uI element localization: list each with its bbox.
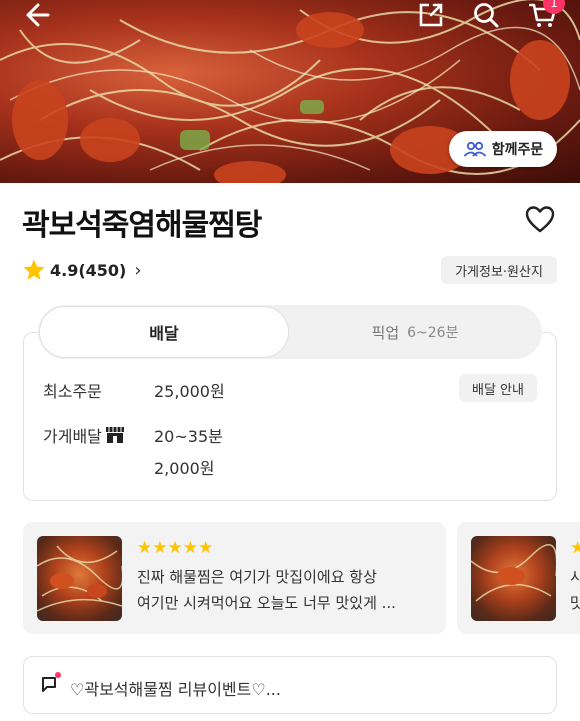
- review-line: 진짜 해물찜은 여기가 맛집이에요 항상: [137, 568, 377, 586]
- store-delivery-label: 가게배달: [43, 427, 102, 446]
- event-text: ♡곽보석해물찜 리뷰이벤트♡...: [70, 680, 281, 699]
- store-icon: [105, 427, 124, 443]
- delivery-guide-button[interactable]: 배달 안내: [459, 374, 537, 402]
- review-text: 시 맛: [570, 564, 580, 616]
- review-line: 시: [570, 568, 580, 586]
- group-icon: [463, 141, 486, 157]
- review-stars: ★: [570, 538, 580, 558]
- top-navigation: 1: [0, 0, 580, 40]
- review-photo: [37, 536, 122, 621]
- store-name: 곽보석죽염해물찜탕: [22, 208, 262, 243]
- min-order-label: 최소주문: [43, 382, 102, 401]
- together-order-button[interactable]: 함께주문: [449, 131, 557, 167]
- star-icon: [23, 259, 45, 280]
- rating-score: 4.9(450): [50, 260, 127, 280]
- review-text: 진짜 해물찜은 여기가 맛집이에요 항상 여기만 시켜먹어요 오늘도 너무 맛있…: [137, 564, 427, 616]
- rating-link[interactable]: 4.9(450) ›: [22, 256, 142, 284]
- review-line: 여기만 시켜먹어요 오늘도 너무 맛있게 ...: [137, 594, 396, 612]
- chevron-right-icon: ›: [134, 259, 142, 281]
- min-order-value: 25,000원: [154, 382, 225, 401]
- back-arrow-icon[interactable]: [20, 0, 54, 30]
- new-dot: [55, 672, 61, 678]
- pickup-time: 6~26분: [407, 325, 459, 341]
- search-icon[interactable]: [470, 0, 502, 30]
- favorite-heart-icon[interactable]: [524, 204, 556, 236]
- together-order-label: 함께주문: [491, 142, 544, 158]
- share-icon[interactable]: [416, 0, 446, 30]
- review-photo: [471, 536, 556, 621]
- tab-pickup-label: 픽업: [371, 323, 400, 342]
- delivery-time: 20~35분: [154, 427, 223, 446]
- delivery-fee: 2,000원: [154, 459, 215, 478]
- store-info-button[interactable]: 가게정보·원산지: [441, 256, 557, 284]
- review-line: 맛: [570, 594, 580, 612]
- notice-icon: [41, 675, 63, 695]
- tab-delivery[interactable]: 배달: [39, 306, 289, 358]
- store-delivery-row: 가게배달: [43, 423, 125, 447]
- tab-pickup[interactable]: 픽업 6~26분: [290, 306, 540, 358]
- review-stars: ★★★★★: [137, 538, 214, 558]
- hero-food-image: 1 함께주문: [0, 0, 580, 183]
